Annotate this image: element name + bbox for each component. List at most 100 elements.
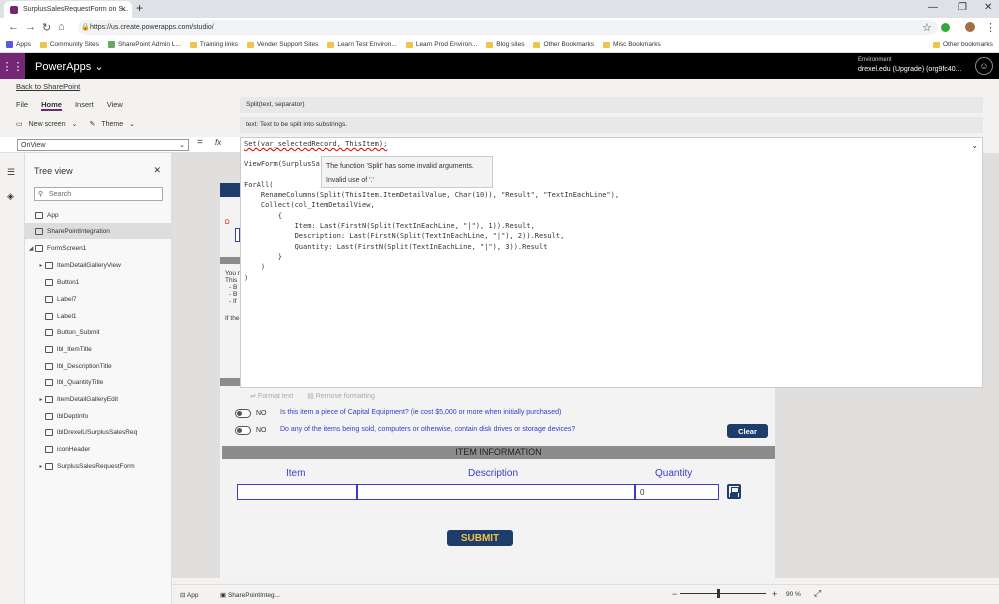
bookmark-item[interactable]: Community Sites xyxy=(39,41,99,48)
tree-search-input[interactable]: ⚲ Search xyxy=(34,187,163,201)
bookmark-item[interactable]: Vender Support Sites xyxy=(246,41,318,48)
tree-item-button1[interactable]: Button1 xyxy=(25,274,172,290)
url-field[interactable]: 🔒 https://us.create.powerapps.com/studio… xyxy=(78,20,938,35)
layers-icon[interactable]: ◈ xyxy=(7,191,14,202)
zoom-slider-thumb[interactable] xyxy=(717,589,720,598)
profile-avatar[interactable] xyxy=(965,22,975,32)
tree-item-lbldrexel[interactable]: lblDrexelUSurplusSalesReq xyxy=(25,424,172,440)
bookmark-apps[interactable]: Apps xyxy=(6,41,31,48)
tree-item-lbl-itemtitle[interactable]: lbl_ItemTitle xyxy=(25,341,172,357)
code-line: ViewForm(SurplusSa xyxy=(244,160,320,168)
browser-menu-icon[interactable]: ⋮ xyxy=(985,21,996,34)
remove-formatting-button[interactable]: ▤ Remove formatting xyxy=(307,392,375,400)
zoom-out-icon[interactable]: − xyxy=(672,589,677,599)
code-line: ForAll( xyxy=(244,181,274,189)
tree-item-form[interactable]: ▸ SurplusSalesRequestForm xyxy=(25,458,172,474)
save-icon[interactable] xyxy=(727,484,741,499)
left-rail: ☰ ◈ xyxy=(0,153,25,604)
star-icon[interactable]: ☆ xyxy=(922,21,932,34)
storage-devices-toggle[interactable] xyxy=(235,426,251,435)
form-text-fragment: This xyxy=(225,277,238,284)
capital-equipment-toggle[interactable] xyxy=(235,409,251,418)
menu-home[interactable]: Home xyxy=(41,100,62,111)
minimize-icon[interactable]: — xyxy=(928,2,938,13)
fx-icon[interactable]: fx xyxy=(215,138,221,147)
tree-item-label7[interactable]: Label7 xyxy=(25,291,172,307)
environment-label: Environment xyxy=(858,57,892,63)
tree-item-formscreen1[interactable]: ◢ FormScreen1 xyxy=(25,240,172,256)
form-band-fragment xyxy=(220,257,240,264)
menu-insert[interactable]: Insert xyxy=(75,100,94,111)
error-message: The function 'Split' has some invalid ar… xyxy=(326,163,474,170)
back-icon[interactable]: ← xyxy=(8,21,19,33)
label-icon xyxy=(45,362,53,370)
app-breadcrumb[interactable]: ⊟ App xyxy=(180,591,198,599)
item-input[interactable] xyxy=(237,484,357,500)
tree-item-gallery-edit[interactable]: ▸ ItemDetailGalleryEdit xyxy=(25,391,172,407)
bookmark-item[interactable]: SharePoint Admin L... xyxy=(107,41,181,48)
menu-file[interactable]: File xyxy=(16,100,28,111)
user-avatar[interactable]: ☺ xyxy=(975,57,993,75)
bookmark-item[interactable]: Other Bookmarks xyxy=(533,41,594,48)
browser-tab[interactable]: SurplusSalesRequestForm on S... × xyxy=(4,1,132,18)
bookmark-item[interactable]: Blog sites xyxy=(486,41,524,48)
waffle-icon[interactable]: ⋮⋮ xyxy=(0,53,25,79)
reload-icon[interactable]: ↻ xyxy=(42,21,51,34)
tree-item-lbl-descriptiontitle[interactable]: lbl_DescriptionTitle xyxy=(25,358,172,374)
hamburger-icon[interactable]: ☰ xyxy=(7,167,15,178)
tree-item-label1[interactable]: Label1 xyxy=(25,308,172,324)
bookmark-item[interactable]: Learn Test Environ... xyxy=(327,41,397,48)
app-icon xyxy=(35,211,43,219)
tree-item-lbl-quantitytitle[interactable]: lbl_QuantityTitle xyxy=(25,374,172,390)
tree-item-iconheader[interactable]: iconHeader xyxy=(25,441,172,457)
theme-button[interactable]: Theme xyxy=(101,121,123,128)
quantity-input[interactable]: 0 xyxy=(635,484,719,500)
bookmark-item[interactable]: Training links xyxy=(189,41,238,48)
folder-icon xyxy=(246,41,254,48)
tree-item-button-submit[interactable]: Button_Submit xyxy=(25,324,172,340)
description-input[interactable] xyxy=(357,484,635,500)
fullscreen-icon[interactable]: ⤢ xyxy=(814,588,821,599)
new-screen-button[interactable]: New screen xyxy=(29,121,66,128)
bookmark-item[interactable]: Learn Prod Environ... xyxy=(405,41,477,48)
new-tab-button[interactable]: + xyxy=(136,1,143,15)
zoom-in-icon[interactable]: + xyxy=(772,589,777,599)
collapse-chevron-icon[interactable]: ⌄ xyxy=(971,141,978,150)
submit-button[interactable]: SUBMIT xyxy=(447,530,513,546)
close-icon[interactable]: ✕ xyxy=(153,165,161,176)
folder-icon xyxy=(933,41,940,48)
gallery-icon xyxy=(45,261,53,269)
required-marker: D xyxy=(225,219,230,226)
other-bookmarks[interactable]: Other bookmarks xyxy=(933,41,993,48)
clear-button[interactable]: Clear xyxy=(727,424,768,438)
screen-breadcrumb[interactable]: ▣ SharePointInteg... xyxy=(220,591,280,599)
tree-item-app[interactable]: App xyxy=(25,207,172,223)
environment-value[interactable]: drexel.edu (Upgrade) (org9fc40... xyxy=(858,66,962,73)
code-line: Item: Last(FirstN(Split(TextInEachLine, … xyxy=(244,222,535,230)
format-bar: ⇌ Format text ▤ Remove formatting xyxy=(240,388,983,404)
forward-icon[interactable]: → xyxy=(25,21,36,33)
folder-icon xyxy=(189,41,197,48)
zoom-slider-track[interactable] xyxy=(680,593,766,594)
back-to-sharepoint-link[interactable]: Back to SharePoint xyxy=(16,82,80,91)
tree-item-gallery[interactable]: ▸ ItemDetailGalleryView xyxy=(25,257,172,273)
menu-view[interactable]: View xyxy=(107,100,123,111)
app-title[interactable]: PowerApps ⌄ xyxy=(35,60,104,73)
extension-icon[interactable] xyxy=(941,23,950,32)
format-text-button[interactable]: ⇌ Format text xyxy=(250,392,293,400)
tree-item-lbldeptinfo[interactable]: lblDeptInfo xyxy=(25,408,172,424)
bookmark-item[interactable]: Misc Bookmarks xyxy=(603,41,661,48)
formula-editor[interactable]: ⌄ Set(var_selectedRecord, ThisItem); Vie… xyxy=(240,137,983,388)
home-icon[interactable]: ⌂ xyxy=(58,21,65,33)
button-icon xyxy=(45,328,53,336)
menu-bar: File Home Insert View xyxy=(16,100,123,111)
tab-close-icon[interactable]: × xyxy=(121,4,126,14)
label-icon xyxy=(45,428,53,436)
label-icon xyxy=(45,295,53,303)
maximize-icon[interactable]: ❐ xyxy=(958,2,967,13)
tree-item-sharepointintegration[interactable]: SharePointIntegration xyxy=(25,223,172,239)
code-line: Collect(col_ItemDetailView, xyxy=(244,201,375,209)
form-text-fragment: - B xyxy=(229,284,238,291)
property-dropdown[interactable]: OnView ⌄ xyxy=(17,139,189,151)
window-close-icon[interactable]: ✕ xyxy=(984,2,992,13)
